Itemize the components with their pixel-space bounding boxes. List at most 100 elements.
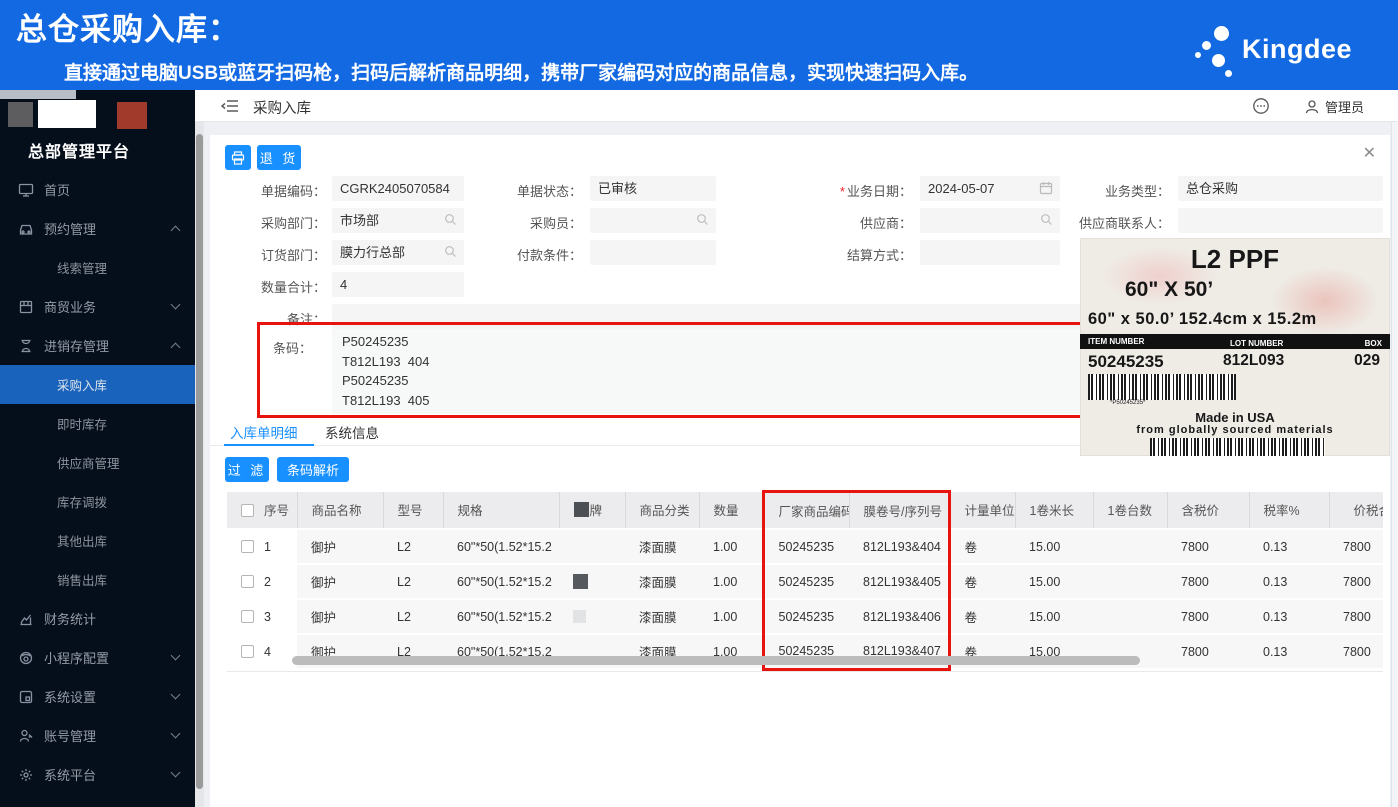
column-header-label: 含税价 [1181, 504, 1220, 519]
table-row: 1 御护 L2 60"*50(1.52*15.2 漆面膜 1.00 50245235 812L… [227, 529, 1383, 565]
sidebar-item-label: 线索管理 [57, 262, 108, 276]
censored-logo-block [8, 102, 33, 127]
return-goods-button[interactable]: 退 货 [257, 145, 301, 170]
column-header-label: 规格 [457, 504, 483, 519]
message-icon[interactable] [1252, 97, 1270, 115]
remark-field[interactable] [332, 304, 1082, 329]
table-cell: 7800 [1329, 599, 1383, 635]
booking-icon [19, 224, 33, 235]
column-header[interactable]: 序号 [227, 491, 297, 530]
search-icon[interactable] [444, 245, 457, 258]
sidebar-item-stock-transfer[interactable]: 库存调拨 [0, 482, 195, 521]
tab-inbound-detail[interactable]: 入库单明细 [230, 422, 298, 442]
sidebar-item-realtime-stock[interactable]: 即时库存 [0, 404, 195, 443]
column-header: 型号 [382, 491, 443, 530]
cell-value: 7800 [1181, 539, 1209, 554]
table-cell: 15.00 [1015, 564, 1093, 600]
qty-total-field[interactable]: 4 [332, 272, 464, 297]
field-label: 供应商联系人： [1078, 216, 1170, 231]
cell-value: 2 [264, 574, 271, 589]
barcode-parse-button[interactable]: 条码解析 [277, 457, 349, 482]
filter-button[interactable]: 过 滤 [225, 457, 269, 482]
sidebar-item-label: 小程序配置 [44, 651, 110, 666]
cell-value: 15.00 [1029, 539, 1061, 554]
table-cell: 御护 [297, 599, 383, 635]
search-icon[interactable] [696, 213, 709, 226]
table-cell: 漆面膜 [625, 564, 699, 600]
doc-code-field[interactable]: CGRK2405070584 [332, 176, 464, 201]
row-checkbox[interactable] [241, 644, 254, 658]
censored-logo-block [117, 102, 147, 129]
sidebar-item-account-mgmt[interactable]: 账号管理 [0, 716, 195, 755]
table-cell: 御护 [297, 564, 383, 600]
sidebar-item-system-settings[interactable]: 系统设置 [0, 677, 195, 716]
scrollbar-thumb[interactable] [196, 134, 203, 789]
sidebar-item-home[interactable]: 首页 [0, 170, 195, 209]
biz-type-field[interactable]: 总仓采购 [1178, 176, 1383, 201]
miniapp-icon [19, 651, 33, 664]
print-button[interactable] [225, 145, 251, 170]
table-cell: 卷 [949, 564, 1015, 600]
sidebar-item-supplier-mgmt[interactable]: 供应商管理 [0, 443, 195, 482]
cell-value: 0.13 [1263, 574, 1288, 589]
settlement-field[interactable] [920, 240, 1060, 265]
column-header: 数量 [698, 491, 763, 530]
required-asterisk: * [839, 184, 845, 199]
row-checkbox[interactable] [241, 539, 254, 553]
inventory-icon [21, 339, 31, 352]
cell-value: 御护 [311, 576, 337, 590]
sidebar-item-trade[interactable]: 商贸业务 [0, 287, 195, 326]
cell-value: 4 [264, 644, 271, 659]
sidebar-item-miniapp-config[interactable]: 小程序配置 [0, 638, 195, 677]
supplier-contact-field[interactable] [1178, 208, 1383, 233]
table-cell: 1.00 [699, 599, 763, 635]
bottom-barcode [1150, 438, 1325, 456]
sidebar-item-system-platform[interactable]: 系统平台 [0, 755, 195, 794]
sidebar-logo-row [0, 100, 195, 130]
sidebar-item-inventory[interactable]: 进销存管理 [0, 326, 195, 365]
row-checkbox[interactable] [241, 574, 254, 588]
cell-value: 1.00 [713, 574, 738, 589]
table-cell: 15.00 [1015, 599, 1093, 635]
horizontal-scrollbar[interactable] [292, 656, 1140, 665]
purchase-dept-field[interactable]: 市场部 [332, 208, 464, 233]
sidebar-item-finance-stats[interactable]: 财务统计 [0, 599, 195, 638]
label-made-in: Made in USA [1195, 410, 1275, 425]
right-scrollbar-track[interactable] [1391, 122, 1398, 807]
menu-fold-icon[interactable] [221, 98, 239, 114]
close-icon[interactable]: ✕ [1363, 143, 1376, 163]
item-barcode-text: *P50245235* [1110, 400, 1146, 406]
label-size-metric: 60" x 50.0’ 152.4cm x 15.2m [1088, 310, 1317, 328]
table-cell: 7800 [1167, 529, 1249, 565]
order-dept-field[interactable]: 膜力行总部 [332, 240, 464, 265]
cell-value: 漆面膜 [639, 541, 677, 555]
table-cell: 御护 [297, 529, 383, 565]
tab-system-info[interactable]: 系统信息 [325, 422, 379, 442]
chevron-down-icon [170, 767, 181, 778]
sidebar-item-leads[interactable]: 线索管理 [0, 248, 195, 287]
sidebar-item-sales-outbound[interactable]: 销售出库 [0, 560, 195, 599]
doc-status-field[interactable]: 已审核 [590, 176, 716, 201]
payment-terms-field[interactable] [590, 240, 716, 265]
column-header: 1卷台数 [1092, 491, 1167, 530]
select-all-checkbox[interactable] [241, 504, 254, 518]
column-header: 厂家商品编码 [761, 490, 849, 530]
barcode-textarea[interactable]: P50245235 T812L193 404 P50245235 T812L19… [332, 329, 1082, 414]
cell-value: 7800 [1343, 574, 1371, 589]
sidebar-item-booking[interactable]: 预约管理 [0, 209, 195, 248]
table-cell: 漆面膜 [625, 599, 699, 635]
purchaser-field[interactable] [590, 208, 716, 233]
vertical-scrollbar[interactable] [195, 122, 204, 807]
table-cell [1093, 564, 1167, 600]
field-label: 付款条件： [516, 248, 582, 263]
row-checkbox[interactable] [241, 609, 254, 623]
user-menu[interactable]: 管理员 [1304, 97, 1364, 116]
sidebar-item-purchase-inbound[interactable]: 采购入库 [0, 365, 195, 404]
label-header-bar: ITEM NUMBER LOT NUMBER BOX [1080, 334, 1390, 349]
cell-value: 3 [264, 609, 271, 624]
sidebar-item-label: 其他出库 [57, 535, 108, 549]
search-icon[interactable] [444, 213, 457, 226]
table-cell [559, 564, 625, 600]
sidebar-item-other-outbound[interactable]: 其他出库 [0, 521, 195, 560]
table-cell: 60"*50(1.52*15.2 [443, 599, 559, 635]
